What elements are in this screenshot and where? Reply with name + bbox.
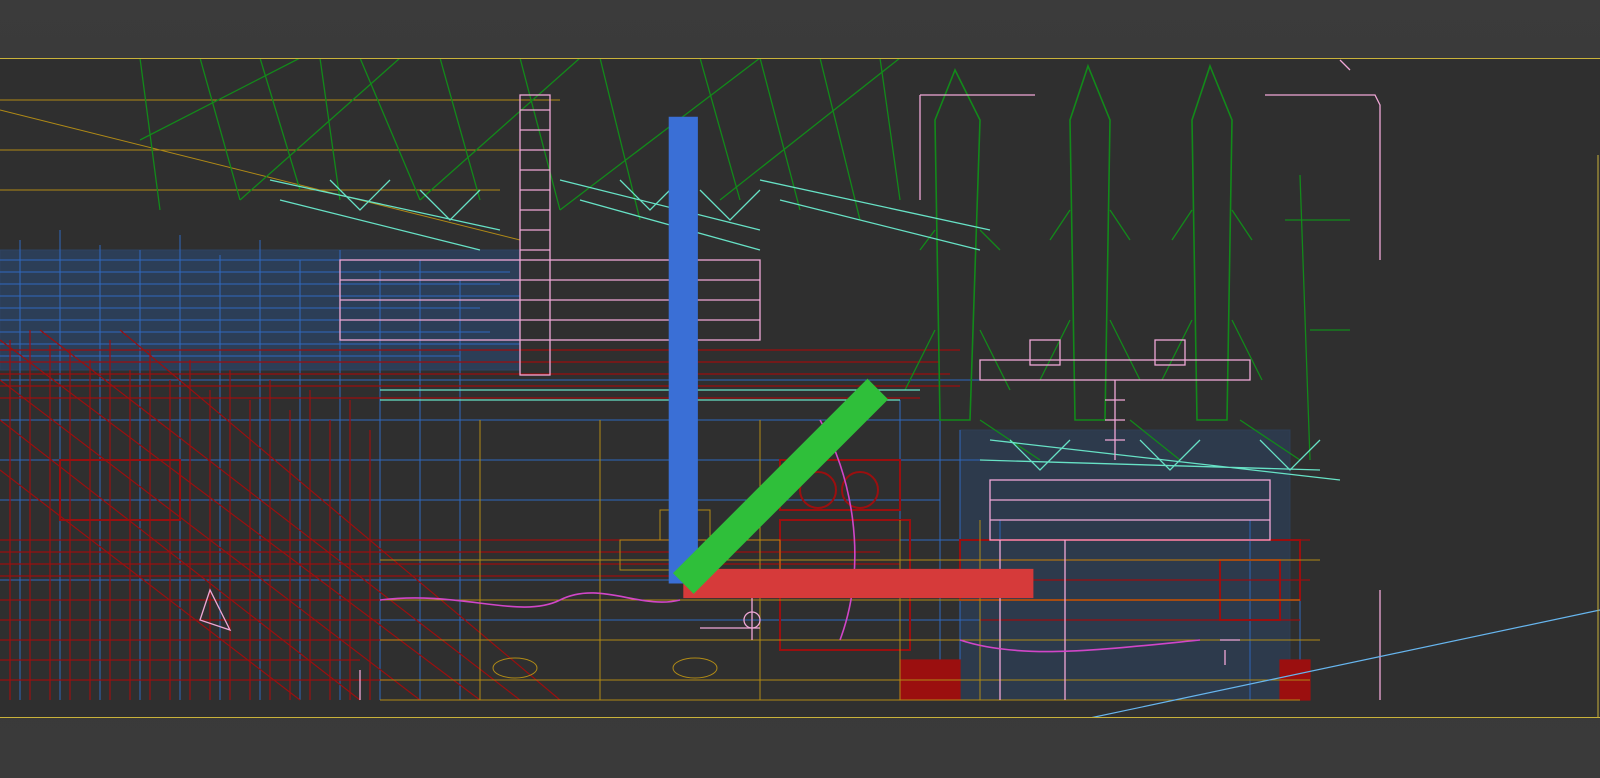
- axis-gizmo-icon: [668, 116, 1034, 599]
- app-window: [0, 0, 1600, 778]
- axis-y-icon: [672, 378, 889, 594]
- wireframe-viewport[interactable]: [0, 0, 1600, 778]
